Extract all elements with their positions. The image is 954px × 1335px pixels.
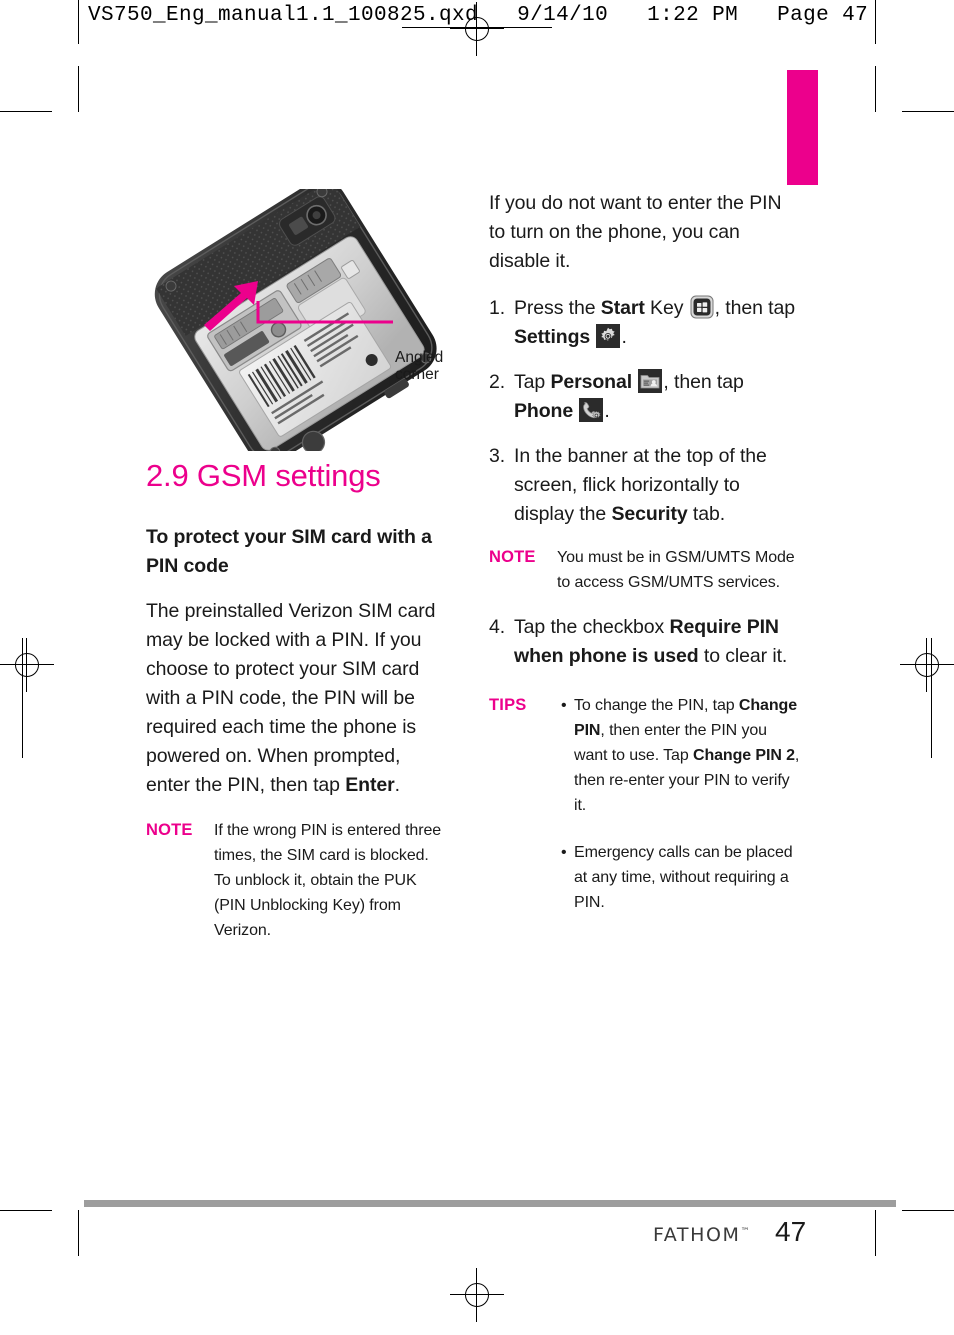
- step-4-number: 4.: [489, 616, 506, 638]
- tip-2-text: Emergency calls can be placed at any tim…: [574, 844, 793, 911]
- step-1-text-a: Press the: [514, 297, 601, 319]
- step-2-bold-phone: Phone: [514, 400, 574, 422]
- para-bold-enter: Enter: [345, 774, 395, 796]
- step-2-text-c: .: [604, 400, 610, 422]
- step-3-bold-security: Security: [611, 503, 688, 525]
- figure-phone-sim-slot: Angled corner: [146, 189, 446, 451]
- tips-block: TIPS • To change the PIN, tap Change PIN,…: [489, 693, 801, 915]
- settings-gear-icon[interactable]: [596, 324, 621, 348]
- step-2-bold-personal: Personal: [550, 371, 633, 393]
- step-1: 1. Press the Start Key , then tap Setting…: [489, 294, 801, 352]
- crop-mark-top-left-vertical: [78, 0, 79, 44]
- footer-divider-rule: [84, 1200, 896, 1207]
- tips-tag: TIPS: [489, 696, 527, 714]
- phone-settings-icon[interactable]: [579, 398, 604, 422]
- step-2-text-a: Tap: [514, 371, 551, 393]
- step-2-text-b: , then tap: [663, 371, 744, 393]
- note-tag: NOTE: [146, 821, 193, 839]
- step-3: 3. In the banner at the top of the screen…: [489, 442, 801, 529]
- page-content: Angled corner 2.9 GSM settings To protec…: [0, 44, 954, 1335]
- para-text-a: The preinstalled Verizon SIM card may be…: [146, 600, 436, 796]
- note-block-left: NOTE If the wrong PIN is entered three t…: [146, 818, 446, 943]
- step-1-bold-settings: Settings: [514, 326, 591, 348]
- trademark-symbol: ™: [740, 1227, 750, 1237]
- callout-line-1: Angled: [395, 349, 444, 366]
- tip-item-1: • To change the PIN, tap Change PIN, then…: [561, 693, 801, 818]
- note-text-right: You must be in GSM/UMTS Mode to access G…: [557, 549, 795, 591]
- intro-paragraph: The preinstalled Verizon SIM card may be…: [146, 597, 446, 800]
- step-1-number: 1.: [489, 297, 506, 319]
- brand-logo: FATHOM™: [653, 1224, 750, 1246]
- start-key-icon[interactable]: [690, 295, 714, 319]
- page-footer: FATHOM™ 47: [0, 1216, 954, 1256]
- step-2-number: 2.: [489, 371, 506, 393]
- step-1-text-d: .: [621, 326, 627, 348]
- step-3-text-b: tab.: [687, 503, 726, 525]
- step-1-text-c: , then tap: [714, 297, 795, 319]
- section-title: 2.9 GSM settings: [146, 458, 381, 493]
- tip-1-bold-change-pin-2: Change PIN 2: [692, 747, 795, 764]
- sub-section-title: To protect your SIM card with a PIN code: [146, 526, 432, 577]
- step-4: 4. Tap the checkbox Require PIN when phon…: [489, 613, 801, 671]
- tip-bullet-1: •: [561, 697, 567, 714]
- page-number: 47: [775, 1216, 807, 1247]
- crop-mark-top-right-vertical: [875, 0, 876, 44]
- right-intro-paragraph: If you do not want to enter the PIN to t…: [489, 192, 782, 272]
- phone-illustration: [154, 189, 437, 451]
- left-column: Angled corner 2.9 GSM settings To protec…: [146, 189, 446, 959]
- step-1-text-b: Key: [644, 297, 689, 319]
- personal-folder-icon[interactable]: [638, 369, 663, 393]
- step-1-bold-start: Start: [600, 297, 645, 319]
- tip-item-2: • Emergency calls can be placed at any ti…: [561, 840, 801, 915]
- brand-name: FATHOM: [653, 1224, 741, 1246]
- step-4-text-a: Tap the checkbox: [514, 616, 670, 638]
- right-column: If you do not want to enter the PIN to t…: [489, 189, 801, 931]
- figure-callout-label: Angled corner: [395, 349, 465, 383]
- note-tag-right: NOTE: [489, 548, 536, 566]
- step-4-text-b: to clear it.: [698, 645, 788, 667]
- step-3-number: 3.: [489, 445, 506, 467]
- tip-1-text-a: To change the PIN, tap: [574, 697, 739, 714]
- step-2: 2. Tap Personal , then tap Phone .: [489, 368, 801, 426]
- callout-line-2: corner: [395, 366, 439, 383]
- tip-bullet-2: •: [561, 844, 567, 861]
- para-text-b: .: [394, 774, 400, 796]
- note-text: If the wrong PIN is entered three times,…: [214, 822, 442, 939]
- note-block-right: NOTE You must be in GSM/UMTS Mode to acc…: [489, 545, 801, 595]
